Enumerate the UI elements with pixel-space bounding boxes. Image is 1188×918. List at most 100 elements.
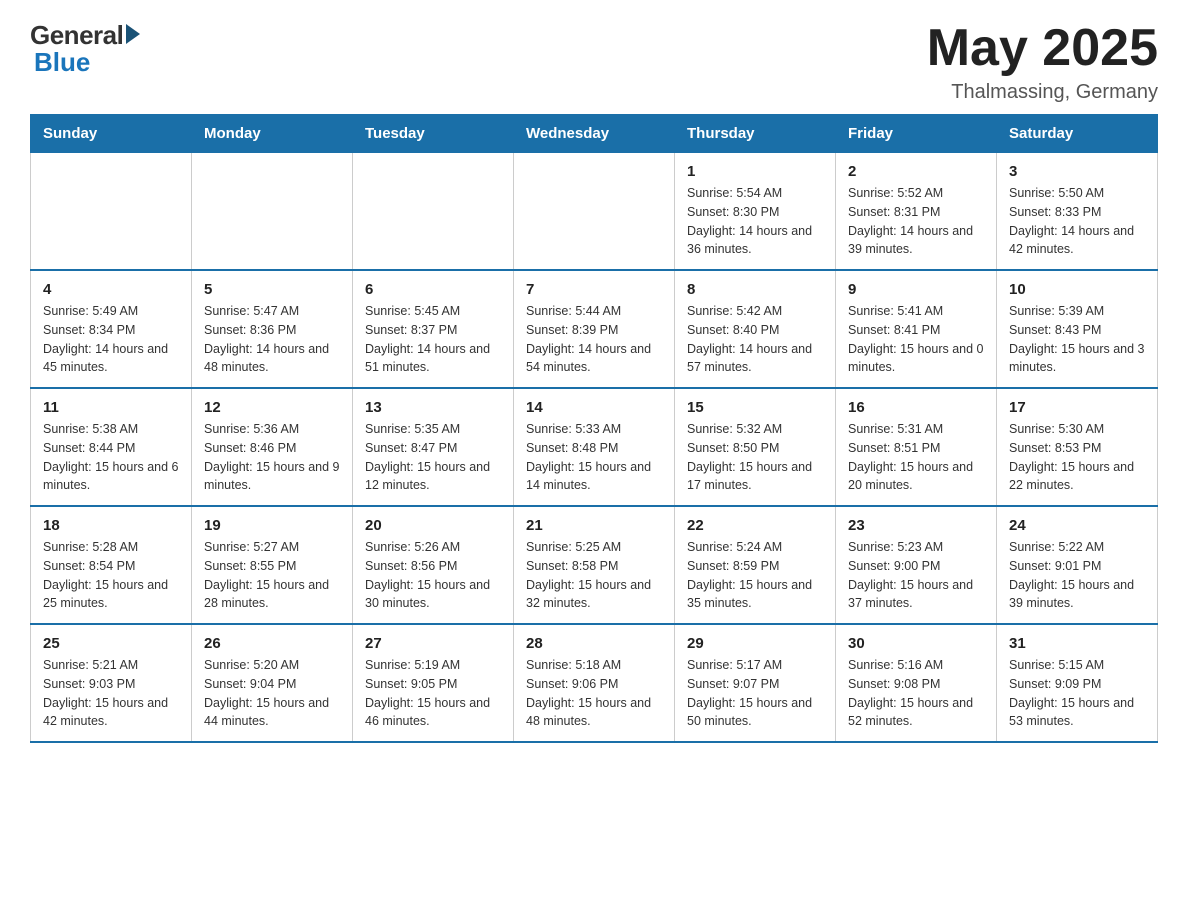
calendar-cell	[192, 153, 353, 271]
calendar-cell: 13 Sunrise: 5:35 AM Sunset: 8:47 PM Dayli…	[353, 388, 514, 506]
calendar-cell: 7 Sunrise: 5:44 AM Sunset: 8:39 PM Daylig…	[514, 270, 675, 388]
calendar-cell: 1 Sunrise: 5:54 AM Sunset: 8:30 PM Daylig…	[675, 153, 836, 271]
day-info: Sunrise: 5:25 AM Sunset: 8:58 PM Dayligh…	[526, 538, 662, 613]
calendar-week-row: 4 Sunrise: 5:49 AM Sunset: 8:34 PM Daylig…	[31, 270, 1158, 388]
calendar-cell: 27 Sunrise: 5:19 AM Sunset: 9:05 PM Dayli…	[353, 624, 514, 742]
day-info: Sunrise: 5:17 AM Sunset: 9:07 PM Dayligh…	[687, 656, 823, 731]
calendar-cell: 17Sunrise: 5:30 AM Sunset: 8:53 PM Dayli…	[997, 388, 1158, 506]
weekday-header-wednesday: Wednesday	[514, 115, 675, 153]
title-section: May 2025 Thalmassing, Germany	[927, 20, 1158, 104]
day-number: 19	[204, 517, 340, 534]
calendar-cell: 29 Sunrise: 5:17 AM Sunset: 9:07 PM Dayli…	[675, 624, 836, 742]
calendar-cell: 3 Sunrise: 5:50 AM Sunset: 8:33 PM Daylig…	[997, 153, 1158, 271]
calendar-cell: 19 Sunrise: 5:27 AM Sunset: 8:55 PM Dayli…	[192, 506, 353, 624]
calendar-cell: 6Sunrise: 5:45 AM Sunset: 8:37 PM Daylig…	[353, 270, 514, 388]
calendar-cell: 2 Sunrise: 5:52 AM Sunset: 8:31 PM Daylig…	[836, 153, 997, 271]
day-info: Sunrise: 5:44 AM Sunset: 8:39 PM Dayligh…	[526, 302, 662, 377]
calendar-cell: 26 Sunrise: 5:20 AM Sunset: 9:04 PM Dayli…	[192, 624, 353, 742]
calendar-cell: 18 Sunrise: 5:28 AM Sunset: 8:54 PM Dayli…	[31, 506, 192, 624]
calendar-week-row: 18 Sunrise: 5:28 AM Sunset: 8:54 PM Dayli…	[31, 506, 1158, 624]
day-info: Sunrise: 5:24 AM Sunset: 8:59 PM Dayligh…	[687, 538, 823, 613]
calendar-cell: 9Sunrise: 5:41 AM Sunset: 8:41 PM Daylig…	[836, 270, 997, 388]
calendar-cell: 4 Sunrise: 5:49 AM Sunset: 8:34 PM Daylig…	[31, 270, 192, 388]
day-info: Sunrise: 5:33 AM Sunset: 8:48 PM Dayligh…	[526, 420, 662, 495]
location-text: Thalmassing, Germany	[927, 81, 1158, 104]
day-info: Sunrise: 5:49 AM Sunset: 8:34 PM Dayligh…	[43, 302, 179, 377]
day-number: 13	[365, 399, 501, 416]
day-number: 20	[365, 517, 501, 534]
weekday-header-thursday: Thursday	[675, 115, 836, 153]
day-info: Sunrise: 5:50 AM Sunset: 8:33 PM Dayligh…	[1009, 184, 1145, 259]
day-info: Sunrise: 5:35 AM Sunset: 8:47 PM Dayligh…	[365, 420, 501, 495]
day-info: Sunrise: 5:31 AM Sunset: 8:51 PM Dayligh…	[848, 420, 984, 495]
day-info: Sunrise: 5:39 AM Sunset: 8:43 PM Dayligh…	[1009, 302, 1145, 377]
day-number: 14	[526, 399, 662, 416]
day-info: Sunrise: 5:54 AM Sunset: 8:30 PM Dayligh…	[687, 184, 823, 259]
day-info: Sunrise: 5:26 AM Sunset: 8:56 PM Dayligh…	[365, 538, 501, 613]
day-number: 27	[365, 635, 501, 652]
day-info: Sunrise: 5:45 AM Sunset: 8:37 PM Dayligh…	[365, 302, 501, 377]
calendar-week-row: 1 Sunrise: 5:54 AM Sunset: 8:30 PM Daylig…	[31, 153, 1158, 271]
day-number: 3	[1009, 163, 1145, 180]
day-number: 30	[848, 635, 984, 652]
day-info: Sunrise: 5:42 AM Sunset: 8:40 PM Dayligh…	[687, 302, 823, 377]
calendar-cell	[353, 153, 514, 271]
logo-triangle-icon	[126, 24, 140, 44]
day-info: Sunrise: 5:22 AM Sunset: 9:01 PM Dayligh…	[1009, 538, 1145, 613]
day-number: 18	[43, 517, 179, 534]
calendar-cell: 15Sunrise: 5:32 AM Sunset: 8:50 PM Dayli…	[675, 388, 836, 506]
day-number: 11	[43, 399, 179, 416]
weekday-header-sunday: Sunday	[31, 115, 192, 153]
calendar-cell: 16 Sunrise: 5:31 AM Sunset: 8:51 PM Dayli…	[836, 388, 997, 506]
calendar-header-row: SundayMondayTuesdayWednesdayThursdayFrid…	[31, 115, 1158, 153]
day-number: 1	[687, 163, 823, 180]
page-header: General Blue May 2025 Thalmassing, Germa…	[30, 20, 1158, 104]
calendar-cell: 11 Sunrise: 5:38 AM Sunset: 8:44 PM Dayli…	[31, 388, 192, 506]
calendar-cell: 10 Sunrise: 5:39 AM Sunset: 8:43 PM Dayli…	[997, 270, 1158, 388]
calendar-cell: 30Sunrise: 5:16 AM Sunset: 9:08 PM Dayli…	[836, 624, 997, 742]
day-number: 2	[848, 163, 984, 180]
day-number: 23	[848, 517, 984, 534]
day-number: 28	[526, 635, 662, 652]
calendar-table: SundayMondayTuesdayWednesdayThursdayFrid…	[30, 114, 1158, 743]
weekday-header-friday: Friday	[836, 115, 997, 153]
calendar-cell: 24 Sunrise: 5:22 AM Sunset: 9:01 PM Dayli…	[997, 506, 1158, 624]
day-info: Sunrise: 5:38 AM Sunset: 8:44 PM Dayligh…	[43, 420, 179, 495]
month-title: May 2025	[927, 20, 1158, 77]
calendar-cell	[31, 153, 192, 271]
day-number: 21	[526, 517, 662, 534]
day-info: Sunrise: 5:20 AM Sunset: 9:04 PM Dayligh…	[204, 656, 340, 731]
day-number: 17	[1009, 399, 1145, 416]
day-info: Sunrise: 5:19 AM Sunset: 9:05 PM Dayligh…	[365, 656, 501, 731]
day-number: 26	[204, 635, 340, 652]
calendar-cell: 14 Sunrise: 5:33 AM Sunset: 8:48 PM Dayli…	[514, 388, 675, 506]
day-info: Sunrise: 5:15 AM Sunset: 9:09 PM Dayligh…	[1009, 656, 1145, 731]
day-info: Sunrise: 5:27 AM Sunset: 8:55 PM Dayligh…	[204, 538, 340, 613]
day-number: 24	[1009, 517, 1145, 534]
calendar-cell: 5Sunrise: 5:47 AM Sunset: 8:36 PM Daylig…	[192, 270, 353, 388]
day-info: Sunrise: 5:28 AM Sunset: 8:54 PM Dayligh…	[43, 538, 179, 613]
calendar-cell: 23Sunrise: 5:23 AM Sunset: 9:00 PM Dayli…	[836, 506, 997, 624]
calendar-cell: 21 Sunrise: 5:25 AM Sunset: 8:58 PM Dayli…	[514, 506, 675, 624]
day-number: 8	[687, 281, 823, 298]
calendar-cell	[514, 153, 675, 271]
day-number: 16	[848, 399, 984, 416]
day-number: 7	[526, 281, 662, 298]
day-number: 12	[204, 399, 340, 416]
day-info: Sunrise: 5:52 AM Sunset: 8:31 PM Dayligh…	[848, 184, 984, 259]
weekday-header-monday: Monday	[192, 115, 353, 153]
calendar-cell: 8 Sunrise: 5:42 AM Sunset: 8:40 PM Daylig…	[675, 270, 836, 388]
calendar-cell: 22 Sunrise: 5:24 AM Sunset: 8:59 PM Dayli…	[675, 506, 836, 624]
calendar-cell: 25Sunrise: 5:21 AM Sunset: 9:03 PM Dayli…	[31, 624, 192, 742]
calendar-cell: 20 Sunrise: 5:26 AM Sunset: 8:56 PM Dayli…	[353, 506, 514, 624]
day-number: 4	[43, 281, 179, 298]
day-number: 31	[1009, 635, 1145, 652]
day-number: 29	[687, 635, 823, 652]
calendar-cell: 31 Sunrise: 5:15 AM Sunset: 9:09 PM Dayli…	[997, 624, 1158, 742]
logo-blue-text: Blue	[30, 47, 90, 78]
day-info: Sunrise: 5:41 AM Sunset: 8:41 PM Dayligh…	[848, 302, 984, 377]
day-number: 22	[687, 517, 823, 534]
day-number: 15	[687, 399, 823, 416]
day-number: 10	[1009, 281, 1145, 298]
calendar-week-row: 11 Sunrise: 5:38 AM Sunset: 8:44 PM Dayli…	[31, 388, 1158, 506]
